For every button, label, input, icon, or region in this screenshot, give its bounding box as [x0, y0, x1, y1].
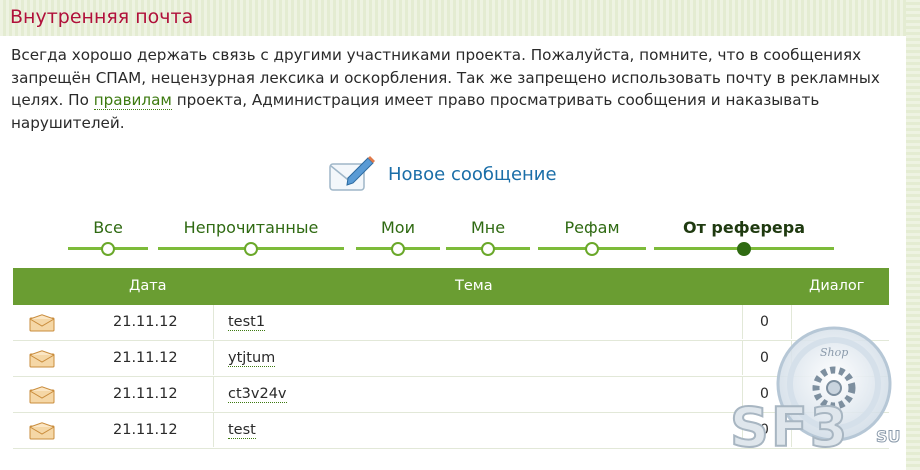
message-subject-link[interactable]: test: [228, 422, 256, 439]
watermark-badge-text: Shop: [820, 346, 848, 359]
open-envelope-icon: [29, 386, 55, 404]
tab-dot: [244, 242, 258, 256]
tab-unread[interactable]: Непрочитанные: [158, 214, 344, 264]
message-subject-link[interactable]: ct3v24v: [228, 386, 287, 403]
tab-label: Рефам: [564, 218, 620, 237]
watermark-brand: SF3: [730, 396, 849, 459]
tab-dot: [481, 242, 495, 256]
tab-label: Непрочитанные: [183, 218, 319, 237]
column-header-dialog[interactable]: Диалог: [809, 278, 864, 294]
new-message-button[interactable]: Новое сообщение: [328, 152, 557, 196]
envelope-pencil-icon: [329, 156, 375, 191]
message-date: 21.11.12: [113, 386, 178, 402]
tab-dot: [391, 242, 405, 256]
subject-cell: ytjtum: [213, 341, 743, 375]
tab-label: Мои: [381, 218, 415, 237]
folder-tabs: Все Непрочитанные Мои Мне Рефам От рефер…: [0, 214, 920, 264]
message-subject-link[interactable]: test1: [228, 314, 266, 331]
column-header-subject[interactable]: Тема: [455, 278, 493, 294]
tab-label: Мне: [470, 218, 506, 237]
new-message-label: Новое сообщение: [388, 163, 557, 185]
column-header-date[interactable]: Дата: [129, 278, 167, 294]
tab-to-me[interactable]: Мне: [446, 214, 530, 264]
rules-link[interactable]: правилам: [93, 91, 172, 110]
watermark-suffix: SU: [876, 427, 901, 446]
tab-from-referrer[interactable]: От реферера: [654, 214, 834, 264]
open-envelope-icon: [29, 314, 55, 332]
table-header: Дата Тема Диалог: [13, 268, 889, 305]
tab-mine[interactable]: Мои: [356, 214, 440, 264]
message-date: 21.11.12: [113, 314, 178, 330]
tab-dot: [101, 242, 115, 256]
page-title: Внутренняя почта: [10, 6, 194, 28]
sf3-watermark-logo: Shop SF3 SU: [729, 326, 901, 460]
tab-to-referrals[interactable]: Рефам: [538, 214, 646, 264]
open-envelope-icon: [29, 422, 55, 440]
open-envelope-icon: [29, 350, 55, 368]
subject-cell: test1: [213, 305, 743, 339]
message-subject-link[interactable]: ytjtum: [228, 350, 276, 367]
message-date: 21.11.12: [113, 350, 178, 366]
intro-text: Всегда хорошо держать связь с другими уч…: [11, 44, 891, 134]
tab-dot: [585, 242, 599, 256]
tab-all[interactable]: Все: [68, 214, 148, 264]
subject-cell: ct3v24v: [213, 377, 743, 411]
tab-label: От реферера: [682, 218, 806, 237]
subject-cell: test: [213, 413, 743, 447]
message-date: 21.11.12: [113, 422, 178, 438]
tab-label: Все: [93, 218, 123, 237]
tab-dot: [737, 242, 751, 256]
